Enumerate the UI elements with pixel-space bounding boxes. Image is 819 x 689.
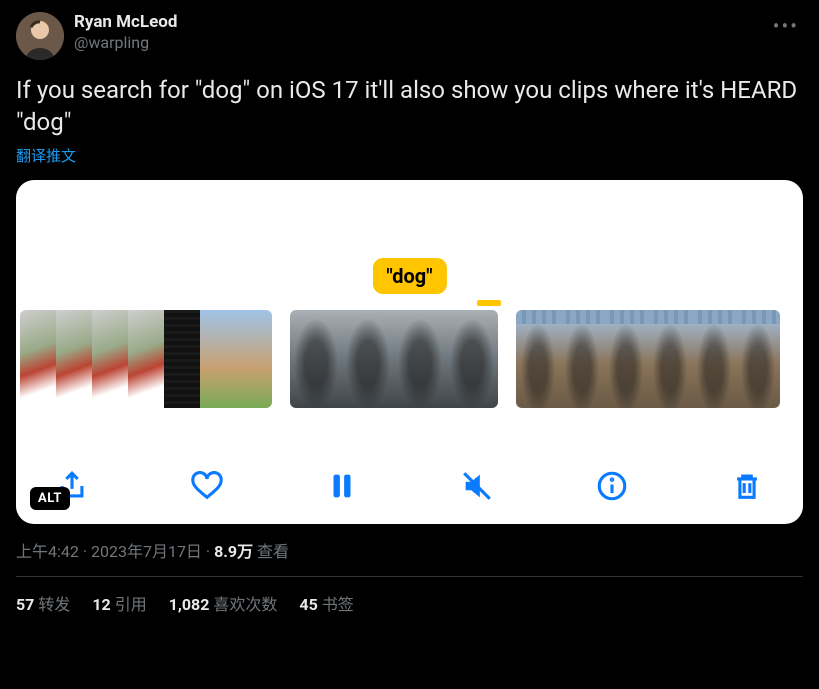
clip-thumbnail bbox=[20, 310, 56, 408]
quotes-count: 12 bbox=[92, 595, 110, 614]
search-term-badge: "dog" bbox=[372, 258, 446, 294]
quotes-label: 引用 bbox=[115, 595, 147, 614]
tweet-meta: 上午4:42 · 2023年7月17日 · 8.9万 查看 bbox=[16, 538, 803, 562]
mute-button[interactable] bbox=[457, 466, 497, 506]
clip-thumbnail bbox=[516, 310, 560, 408]
tweet-stats: 57转发 12 引用 1,082喜欢次数 45 书签 bbox=[16, 591, 803, 615]
like-button[interactable] bbox=[187, 466, 227, 506]
clip-group-3[interactable] bbox=[516, 310, 780, 408]
media-toolbar bbox=[16, 466, 803, 506]
clip-thumbnail bbox=[164, 310, 200, 408]
info-button[interactable] bbox=[592, 466, 632, 506]
media-card[interactable]: "dog" bbox=[16, 180, 803, 524]
clip-thumbnail bbox=[342, 310, 394, 408]
speaker-muted-icon bbox=[460, 469, 494, 503]
bookmarks-stat[interactable]: 45 书签 bbox=[299, 591, 353, 615]
video-timeline bbox=[16, 310, 803, 408]
pause-button[interactable] bbox=[322, 466, 362, 506]
heart-icon bbox=[190, 469, 224, 503]
author-names: Ryan McLeod @warpling bbox=[74, 12, 177, 53]
clip-thumbnail bbox=[560, 310, 604, 408]
retweets-count: 57 bbox=[16, 595, 34, 614]
likes-count: 1,082 bbox=[169, 595, 210, 614]
tweet-container: Ryan McLeod @warpling ••• If you search … bbox=[0, 0, 819, 615]
clip-thumbnail bbox=[446, 310, 498, 408]
likes-stat[interactable]: 1,082喜欢次数 bbox=[169, 591, 278, 615]
playhead-marker bbox=[477, 300, 501, 306]
likes-label: 喜欢次数 bbox=[213, 595, 277, 614]
bookmarks-count: 45 bbox=[299, 595, 317, 614]
avatar[interactable] bbox=[16, 12, 64, 60]
more-button[interactable]: ••• bbox=[769, 12, 803, 40]
clip-thumbnail bbox=[604, 310, 648, 408]
delete-button[interactable] bbox=[727, 466, 767, 506]
clip-thumbnail bbox=[290, 310, 342, 408]
alt-badge[interactable]: ALT bbox=[30, 487, 70, 510]
clip-thumbnail bbox=[736, 310, 780, 408]
timestamp-date[interactable]: 2023年7月17日 bbox=[91, 542, 202, 561]
clip-thumbnail bbox=[92, 310, 128, 408]
clip-thumbnail bbox=[648, 310, 692, 408]
clip-thumbnail bbox=[56, 310, 92, 408]
clip-thumbnail bbox=[128, 310, 164, 408]
pause-icon bbox=[325, 469, 359, 503]
bookmarks-label: 书签 bbox=[322, 595, 354, 614]
translate-link[interactable]: 翻译推文 bbox=[16, 145, 803, 166]
info-icon bbox=[595, 469, 629, 503]
clip-group-2[interactable] bbox=[290, 310, 498, 408]
display-name[interactable]: Ryan McLeod bbox=[74, 12, 177, 33]
timestamp-time[interactable]: 上午4:42 bbox=[16, 542, 79, 561]
handle[interactable]: @warpling bbox=[74, 33, 177, 53]
avatar-image bbox=[16, 12, 64, 60]
tweet-text: If you search for "dog" on iOS 17 it'll … bbox=[16, 74, 803, 139]
trash-icon bbox=[730, 469, 764, 503]
retweets-label: 转发 bbox=[38, 595, 70, 614]
media-inner: "dog" bbox=[16, 180, 803, 408]
tweet-header: Ryan McLeod @warpling ••• bbox=[16, 12, 803, 60]
clip-thumbnail bbox=[200, 310, 236, 408]
clip-thumbnail bbox=[692, 310, 736, 408]
retweets-stat[interactable]: 57转发 bbox=[16, 591, 70, 615]
clip-thumbnail bbox=[236, 310, 272, 408]
views-label: 查看 bbox=[257, 542, 289, 561]
quotes-stat[interactable]: 12 引用 bbox=[92, 591, 146, 615]
clip-group-1[interactable] bbox=[20, 310, 272, 408]
divider bbox=[16, 576, 803, 577]
clip-thumbnail bbox=[394, 310, 446, 408]
views-count: 8.9万 bbox=[214, 542, 253, 561]
